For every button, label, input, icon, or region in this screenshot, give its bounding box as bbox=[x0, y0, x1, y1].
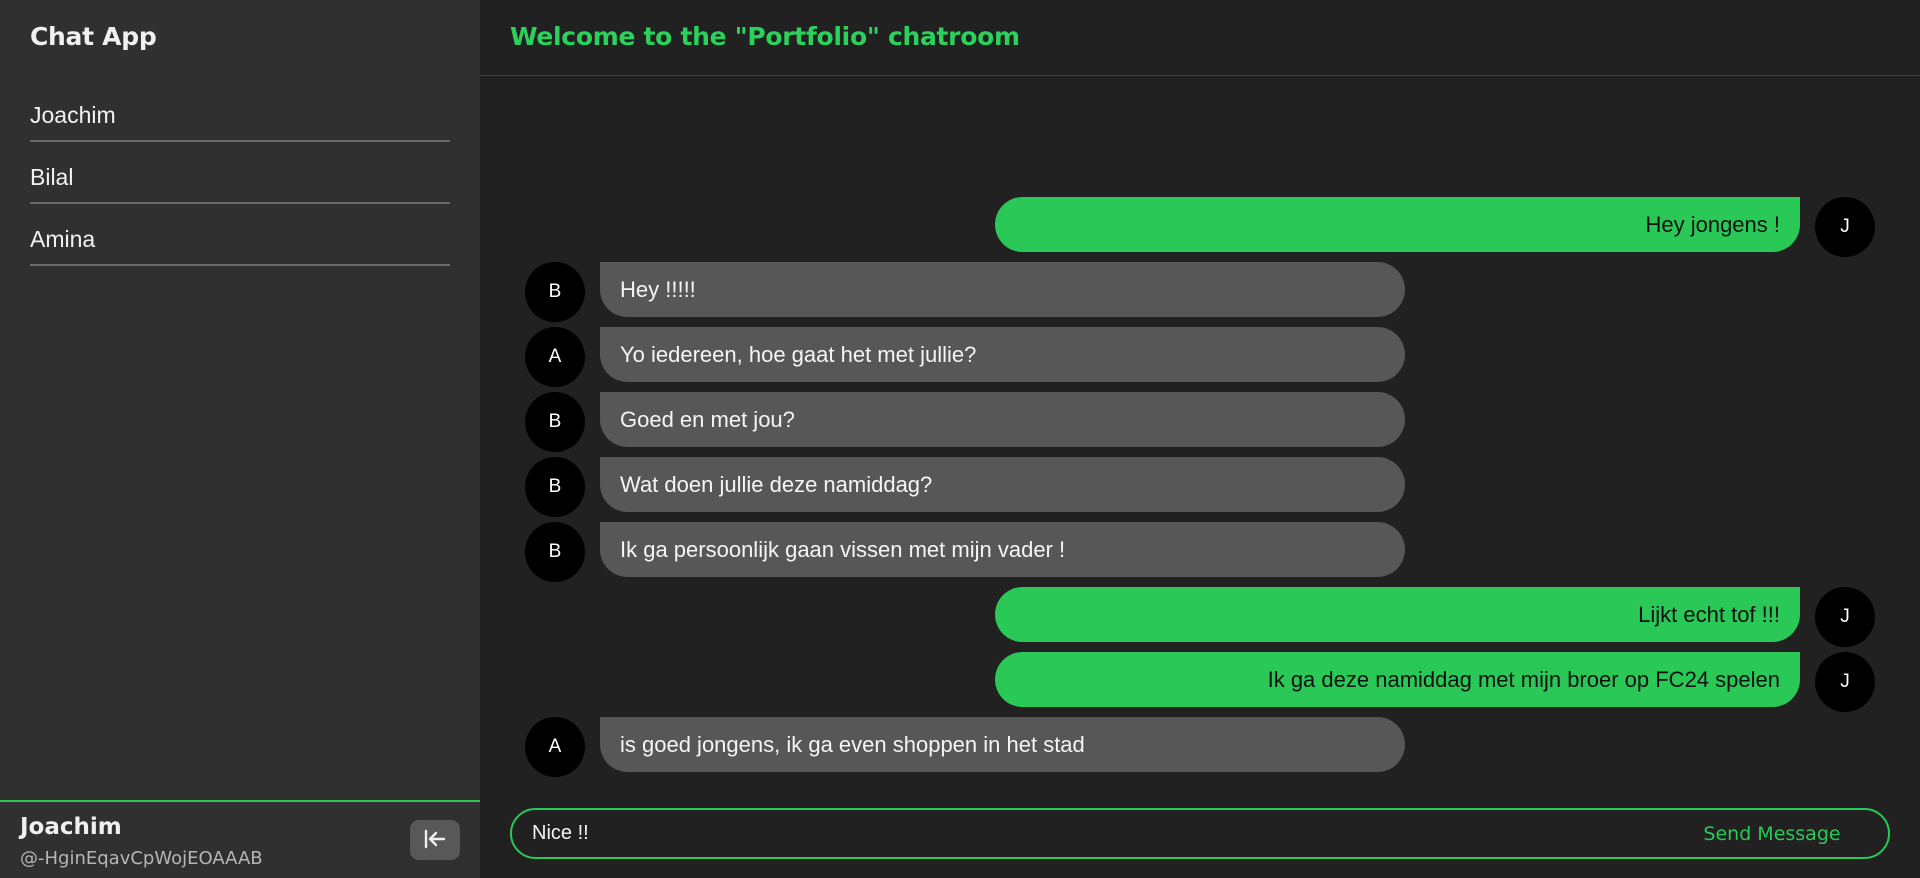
current-user-name: Joachim bbox=[20, 814, 122, 840]
avatar: B bbox=[525, 392, 585, 452]
message-bubble-incoming: Yo iedereen, hoe gaat het met jullie? bbox=[600, 327, 1405, 382]
avatar: B bbox=[525, 457, 585, 517]
message-bubble-outgoing: Lijkt echt tof !!! bbox=[995, 587, 1800, 642]
user-list-item-bilal[interactable]: Bilal bbox=[30, 142, 450, 204]
collapse-left-arrow-icon bbox=[422, 828, 448, 853]
avatar: J bbox=[1815, 197, 1875, 257]
message-bubble-incoming: is goed jongens, ik ga even shoppen in h… bbox=[600, 717, 1405, 772]
current-user-panel: Joachim @-HginEqavCpWojEOAAAB bbox=[0, 800, 480, 878]
app-title: Chat App bbox=[30, 22, 157, 51]
user-list-item-joachim[interactable]: Joachim bbox=[30, 80, 450, 142]
send-message-button[interactable]: Send Message bbox=[1692, 816, 1852, 852]
message-bubble-outgoing: Hey jongens ! bbox=[995, 197, 1800, 252]
avatar: J bbox=[1815, 587, 1875, 647]
collapse-sidebar-button[interactable] bbox=[410, 820, 460, 860]
message-bubble-incoming: Wat doen jullie deze namiddag? bbox=[600, 457, 1405, 512]
message-bubble-outgoing: Ik ga deze namiddag met mijn broer op FC… bbox=[995, 652, 1800, 707]
avatar: J bbox=[1815, 652, 1875, 712]
message-list: Hey jongens ! J B Hey !!!!! A Yo iederee… bbox=[480, 0, 1920, 878]
avatar: A bbox=[525, 327, 585, 387]
user-list: Joachim Bilal Amina bbox=[30, 80, 450, 266]
avatar: B bbox=[525, 522, 585, 582]
message-input[interactable] bbox=[530, 818, 1630, 849]
message-bubble-incoming: Ik ga persoonlijk gaan vissen met mijn v… bbox=[600, 522, 1405, 577]
user-list-item-amina[interactable]: Amina bbox=[30, 204, 450, 266]
avatar: B bbox=[525, 262, 585, 322]
sidebar: Chat App Joachim Bilal Amina Joachim @-H… bbox=[0, 0, 480, 878]
current-user-handle: @-HginEqavCpWojEOAAAB bbox=[20, 848, 263, 869]
avatar: A bbox=[525, 717, 585, 777]
message-composer: Send Message bbox=[510, 808, 1890, 859]
message-bubble-incoming: Goed en met jou? bbox=[600, 392, 1405, 447]
chat-app: Chat App Joachim Bilal Amina Joachim @-H… bbox=[0, 0, 1920, 878]
chat-main: Welcome to the "Portfolio" chatroom Hey … bbox=[480, 0, 1920, 878]
message-bubble-incoming: Hey !!!!! bbox=[600, 262, 1405, 317]
